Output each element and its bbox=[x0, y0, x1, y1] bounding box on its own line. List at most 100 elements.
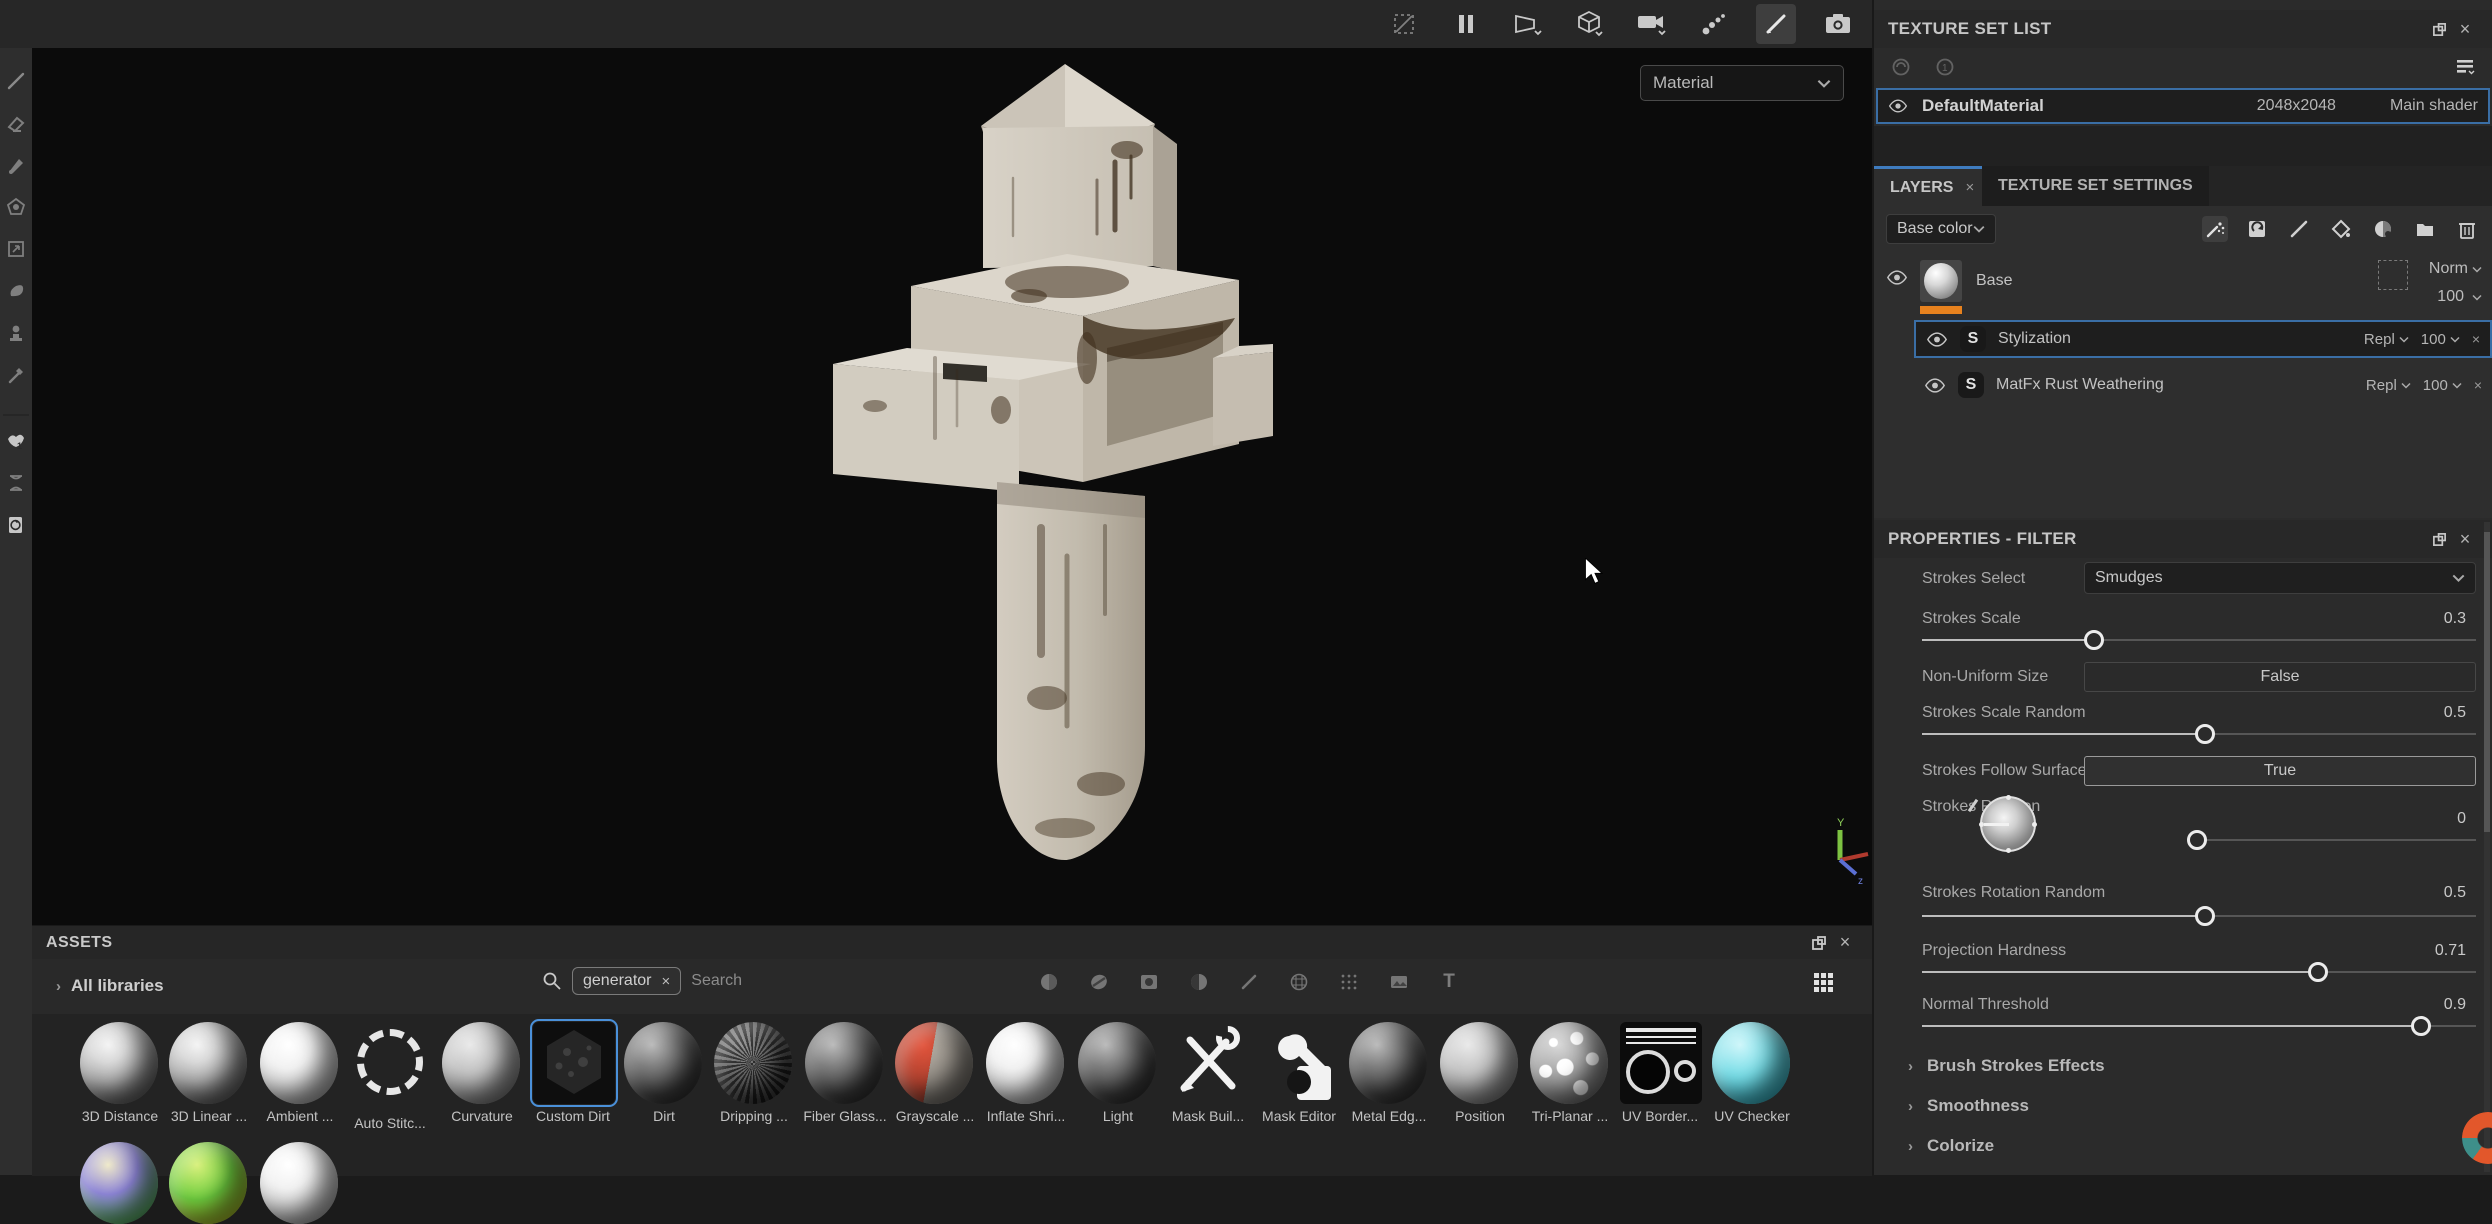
asset-item[interactable]: UV Border... bbox=[1614, 1022, 1706, 1124]
eye-icon[interactable] bbox=[1888, 99, 1908, 113]
selection-disabled-button[interactable] bbox=[1384, 4, 1424, 44]
smart-materials-filter-icon[interactable] bbox=[1086, 969, 1112, 995]
asset-item[interactable]: Mask Editor bbox=[1253, 1022, 1345, 1124]
strokes-scale-random-slider[interactable] bbox=[1922, 724, 2476, 744]
pause-button[interactable] bbox=[1446, 4, 1486, 44]
mask-slot[interactable] bbox=[2378, 260, 2408, 290]
section-colorize[interactable]: › Colorize bbox=[1908, 1136, 1994, 1156]
solo-visibility-icon[interactable]: 1 bbox=[1932, 54, 1958, 80]
polygon-fill-tool-icon[interactable] bbox=[5, 196, 27, 218]
opacity-dropdown[interactable]: 100 bbox=[2421, 331, 2460, 348]
asset-item[interactable] bbox=[254, 1142, 346, 1224]
filters-filter-icon[interactable] bbox=[1186, 969, 1212, 995]
strokes-follow-surface-toggle[interactable]: True bbox=[2084, 756, 2476, 786]
remove-layer-icon[interactable]: × bbox=[2474, 377, 2482, 393]
asset-item-selected[interactable]: Custom Dirt bbox=[527, 1022, 619, 1124]
brushes-filter-icon[interactable] bbox=[1236, 969, 1262, 995]
channel-filter-dropdown[interactable]: Base color bbox=[1886, 214, 1996, 244]
strokes-select-dropdown[interactable]: Smudges bbox=[2084, 562, 2476, 594]
perspective-view-button[interactable] bbox=[1508, 4, 1548, 44]
asset-item[interactable]: Inflate Shri... bbox=[980, 1022, 1072, 1124]
stamp-tool-icon[interactable] bbox=[5, 322, 27, 344]
add-group-button[interactable] bbox=[2412, 216, 2438, 242]
assets-search[interactable]: generator × Search bbox=[542, 967, 742, 995]
layer-row-matfx-rust-weathering[interactable]: S MatFx Rust Weathering Repl 100 × bbox=[1914, 366, 2492, 404]
asset-item[interactable]: Fiber Glass... bbox=[799, 1022, 891, 1124]
asset-item[interactable]: Curvature bbox=[436, 1022, 528, 1124]
paint-brush-tool-icon[interactable] bbox=[5, 70, 27, 92]
layer-row-stylization[interactable]: S Stylization Repl 100 × bbox=[1914, 320, 2492, 358]
texture-set-close-button[interactable]: × bbox=[2452, 16, 2478, 42]
clone-tool-icon[interactable] bbox=[5, 280, 27, 302]
asset-item[interactable]: Dirt bbox=[618, 1022, 710, 1124]
sync-visibility-icon[interactable] bbox=[1888, 54, 1914, 80]
add-paint-layer-button[interactable] bbox=[2286, 216, 2312, 242]
remove-tag-icon[interactable]: × bbox=[662, 973, 671, 990]
properties-close-button[interactable]: × bbox=[2452, 526, 2478, 552]
eraser-tool-icon[interactable] bbox=[5, 112, 27, 134]
properties-popout-button[interactable] bbox=[2426, 526, 2452, 552]
assets-popout-button[interactable] bbox=[1806, 930, 1832, 956]
procedurals-filter-icon[interactable] bbox=[1286, 969, 1312, 995]
alphas-filter-icon[interactable] bbox=[1336, 969, 1362, 995]
shading-mode-dropdown[interactable]: Material bbox=[1640, 65, 1844, 101]
assets-close-button[interactable]: × bbox=[1832, 930, 1858, 956]
opacity-dropdown[interactable]: 100 bbox=[2423, 377, 2462, 394]
strokes-scale-slider[interactable] bbox=[1922, 630, 2476, 650]
section-smoothness[interactable]: › Smoothness bbox=[1908, 1096, 2029, 1116]
strokes-rotation-slider[interactable] bbox=[2191, 830, 2476, 850]
material-picker-tool-icon[interactable] bbox=[5, 364, 27, 386]
asset-item[interactable]: 3D Linear ... bbox=[163, 1022, 255, 1124]
asset-item[interactable]: Grayscale ... bbox=[889, 1022, 981, 1124]
tab-layers[interactable]: LAYERS × bbox=[1874, 166, 1990, 206]
list-options-icon[interactable] bbox=[2452, 54, 2478, 80]
asset-item[interactable] bbox=[74, 1142, 166, 1224]
normal-threshold-slider[interactable] bbox=[1922, 1016, 2476, 1036]
add-effect-button[interactable] bbox=[2202, 216, 2228, 242]
quick-mask-icon[interactable]: 1 bbox=[5, 430, 27, 452]
asset-item[interactable]: Dripping ... bbox=[708, 1022, 800, 1124]
search-tag-chip[interactable]: generator × bbox=[572, 967, 681, 995]
add-fill-layer-button[interactable] bbox=[2328, 216, 2354, 242]
layer-row-base[interactable]: Base Norm 100 bbox=[1874, 258, 2492, 316]
opacity-dropdown[interactable]: 100 bbox=[2437, 288, 2482, 306]
camera-view-button[interactable] bbox=[1632, 4, 1672, 44]
viewport-3d[interactable]: Material Y x z bbox=[32, 48, 1872, 925]
blend-mode-dropdown[interactable]: Repl bbox=[2364, 331, 2409, 348]
grid-view-button[interactable] bbox=[1810, 969, 1836, 995]
axis-gizmo[interactable]: Y x z bbox=[1812, 816, 1872, 888]
non-uniform-size-toggle[interactable]: False bbox=[2084, 662, 2476, 692]
delete-layer-button[interactable] bbox=[2454, 216, 2480, 242]
close-tab-icon[interactable]: × bbox=[1965, 179, 1974, 196]
layer-thumbnail[interactable] bbox=[1920, 260, 1962, 302]
add-smart-material-button[interactable] bbox=[2370, 216, 2396, 242]
texture-set-popout-button[interactable] bbox=[2426, 16, 2452, 42]
textures-filter-icon[interactable] bbox=[1386, 969, 1412, 995]
paint-tool-button[interactable] bbox=[1756, 4, 1796, 44]
add-adjustment-button[interactable] bbox=[2244, 216, 2270, 242]
materials-filter-icon[interactable] bbox=[1036, 969, 1062, 995]
all-libraries-toggle[interactable]: › All libraries bbox=[56, 976, 164, 996]
geometry-mode-button[interactable] bbox=[1570, 4, 1610, 44]
asset-item[interactable] bbox=[163, 1142, 255, 1224]
properties-scrollbar[interactable] bbox=[2484, 522, 2490, 1172]
eye-icon[interactable] bbox=[1886, 270, 1908, 285]
asset-item[interactable]: UV Checker bbox=[1706, 1022, 1798, 1124]
eye-icon[interactable] bbox=[1924, 378, 1946, 393]
asset-item[interactable]: Metal Edg... bbox=[1343, 1022, 1435, 1124]
asset-item[interactable]: Tri-Planar ... bbox=[1524, 1022, 1616, 1124]
asset-item[interactable]: Position bbox=[1434, 1022, 1526, 1124]
eye-icon[interactable] bbox=[1926, 332, 1948, 347]
projection-hardness-slider[interactable] bbox=[1922, 962, 2476, 982]
smart-masks-filter-icon[interactable] bbox=[1136, 969, 1162, 995]
asset-item[interactable]: Mask Buil... bbox=[1162, 1022, 1254, 1124]
asset-item[interactable]: Light bbox=[1072, 1022, 1164, 1124]
asset-item[interactable]: 3D Distance bbox=[74, 1022, 166, 1124]
section-brush-strokes-effects[interactable]: › Brush Strokes Effects bbox=[1908, 1056, 2105, 1076]
projection-tool-icon[interactable] bbox=[5, 154, 27, 176]
fonts-filter-icon[interactable]: T bbox=[1436, 969, 1462, 995]
export-resource-icon[interactable] bbox=[5, 514, 27, 536]
remove-layer-icon[interactable]: × bbox=[2472, 331, 2480, 347]
blend-mode-dropdown[interactable]: Norm bbox=[2429, 260, 2482, 278]
texture-set-row[interactable]: DefaultMaterial 2048x2048 Main shader bbox=[1876, 88, 2490, 124]
